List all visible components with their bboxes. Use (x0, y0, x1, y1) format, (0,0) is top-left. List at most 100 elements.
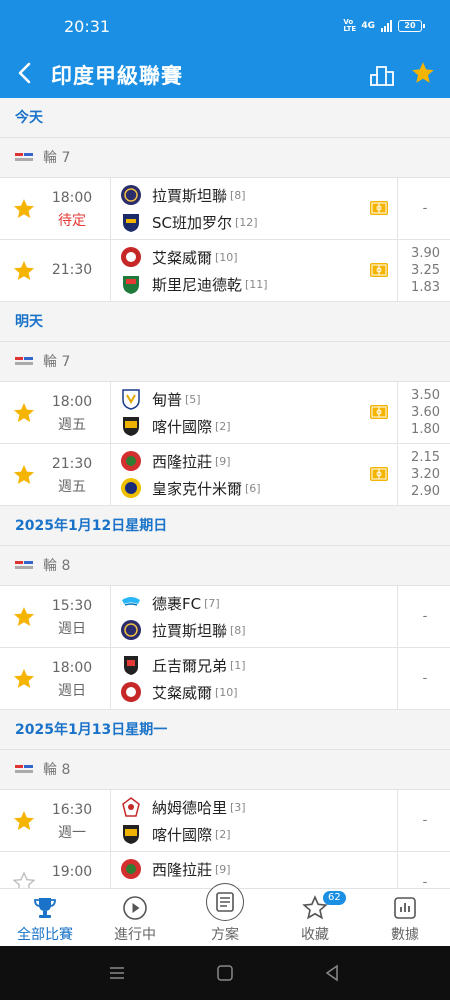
star-icon[interactable] (12, 667, 36, 691)
team-logo-icon (122, 597, 140, 606)
live-field-icon[interactable] (370, 467, 388, 481)
star-icon[interactable] (12, 401, 36, 425)
team-name: 斯里尼迪德乾 (152, 275, 243, 294)
team-name: 皇家克什米爾 (152, 479, 243, 498)
odds: - (422, 813, 428, 828)
nav-label: 方案 (211, 927, 239, 943)
team-rank: [6] (245, 481, 261, 495)
round-header: 輪 8 (0, 546, 450, 586)
home-team: 德裹FC [7] (120, 592, 370, 614)
team-name: 拉賈斯坦聯 (152, 621, 228, 640)
team-name: 拉賈斯坦聯 (152, 186, 228, 205)
away-team: 艾粲威爾 [10] (120, 681, 370, 703)
home-team: 納姆德哈里 [3] (120, 796, 370, 818)
back-arrow-icon[interactable] (14, 60, 38, 86)
team-name: 喀什國際 (152, 417, 213, 436)
team-rank: [8] (230, 623, 246, 637)
nav-plan[interactable]: 方案 (180, 883, 270, 946)
standings-icon[interactable] (369, 61, 395, 87)
team-logo-icon (121, 478, 141, 498)
match-time: 21:30 (51, 456, 93, 472)
team-name: 喀什國際 (152, 825, 213, 844)
team-name: 丘吉爾兄弟 (152, 656, 228, 675)
star-outline-icon[interactable] (12, 871, 36, 888)
star-icon[interactable] (12, 259, 36, 283)
match-row[interactable]: 21:30 週五 西隆拉莊 [9] 皇家克什米爾 [6] 2.15 3.20 2.9… (0, 444, 450, 506)
match-row[interactable]: 21:30 艾粲威爾 [10] 斯里尼迪德乾 [11] 3.90 3.25 1.83 (0, 240, 450, 302)
team-name: 艾粲威爾 (152, 683, 213, 702)
nav-live[interactable]: 進行中 (90, 889, 180, 946)
live-field-icon[interactable] (370, 263, 388, 277)
battery-icon: 20 (398, 20, 425, 32)
round-label: 輪 8 (43, 557, 71, 574)
match-row[interactable]: 16:30 週一 納姆德哈里 [3] 喀什國際 [2] - (0, 790, 450, 852)
nav-data[interactable]: 數據 (360, 889, 450, 946)
match-row[interactable]: 18:00 待定 拉賈斯坦聯 [8] SC班加罗尔 [12] - (0, 178, 450, 240)
match-day: 週日 (58, 621, 86, 637)
divider (397, 852, 398, 888)
team-rank: [12] (235, 215, 258, 229)
nav-all-matches[interactable]: 全部比賽 (0, 889, 90, 946)
away-team: SC班加罗尔 [12] (120, 211, 370, 233)
home-icon[interactable] (216, 964, 234, 982)
match-day: 週五 (58, 417, 86, 433)
menu-icon[interactable] (108, 964, 126, 982)
odds-home: 2.15 (411, 450, 440, 465)
team-logo-icon (121, 620, 141, 640)
back-icon[interactable] (323, 964, 341, 982)
league-logo-icon (15, 764, 33, 775)
match-row[interactable]: 18:00 週日 丘吉爾兄弟 [1] 艾粲威爾 [10] - (0, 648, 450, 710)
odds-draw: 3.60 (411, 405, 440, 420)
chart-icon (394, 897, 416, 919)
nav-favorites[interactable]: 62 收藏 (270, 889, 360, 946)
favorite-star-icon[interactable] (410, 60, 436, 86)
live-field-icon[interactable] (370, 405, 388, 419)
volte-icon: Vo LTE (343, 18, 357, 33)
team-name: 西隆拉莊 (152, 452, 213, 471)
divider (397, 382, 398, 444)
round-label: 輪 7 (43, 149, 71, 166)
document-icon (216, 892, 234, 912)
match-list[interactable]: 今天 輪 7 18:00 待定 拉賈斯坦聯 [8] SC班加罗尔 [12] - 21… (0, 98, 450, 888)
star-icon[interactable] (12, 605, 36, 629)
home-team: 西隆拉莊 [9] (120, 858, 370, 880)
system-icons: Vo LTE 4G 20 (343, 18, 425, 33)
round-header: 輪 8 (0, 750, 450, 790)
divider (397, 648, 398, 710)
team-logo-icon (121, 859, 141, 879)
round-label: 輪 8 (43, 761, 71, 778)
match-time: 19:00 (51, 864, 93, 880)
plan-button[interactable] (206, 883, 244, 921)
star-icon[interactable] (12, 463, 36, 487)
odds-home: 3.50 (411, 388, 440, 403)
league-logo-icon (15, 152, 33, 163)
match-row[interactable]: 18:00 週五 甸普 [5] 喀什國際 [2] 3.50 3.60 1.80 (0, 382, 450, 444)
home-team: 甸普 [5] (120, 388, 370, 410)
team-rank: [1] (230, 658, 246, 672)
home-team: 西隆拉莊 [9] (120, 450, 370, 472)
divider (397, 444, 398, 506)
away-team: 斯里尼迪德乾 [11] (120, 273, 370, 295)
divider (397, 586, 398, 648)
team-name: 德裹FC (152, 594, 202, 613)
divider (397, 240, 398, 302)
match-time: 18:00 (51, 660, 93, 676)
team-rank: [9] (215, 454, 231, 468)
divider (110, 178, 111, 240)
odds: 2.15 3.20 2.90 (400, 449, 440, 500)
nav-label: 進行中 (114, 927, 156, 943)
match-time: 15:30 (51, 598, 93, 614)
home-team: 拉賈斯坦聯 [8] (120, 184, 370, 206)
play-circle-icon (123, 896, 147, 920)
team-rank: [2] (215, 419, 231, 433)
status-bar: 20:31 Vo LTE 4G 20 (0, 0, 450, 50)
match-time: 18:00 (51, 190, 93, 206)
team-rank: [7] (204, 596, 220, 610)
match-row[interactable]: 15:30 週日 德裹FC [7] 拉賈斯坦聯 [8] - (0, 586, 450, 648)
team-name: 西隆拉莊 (152, 860, 213, 879)
divider (110, 852, 111, 888)
star-icon[interactable] (12, 197, 36, 221)
star-icon[interactable] (12, 809, 36, 833)
live-field-icon[interactable] (370, 201, 388, 215)
round-header: 輪 7 (0, 138, 450, 178)
